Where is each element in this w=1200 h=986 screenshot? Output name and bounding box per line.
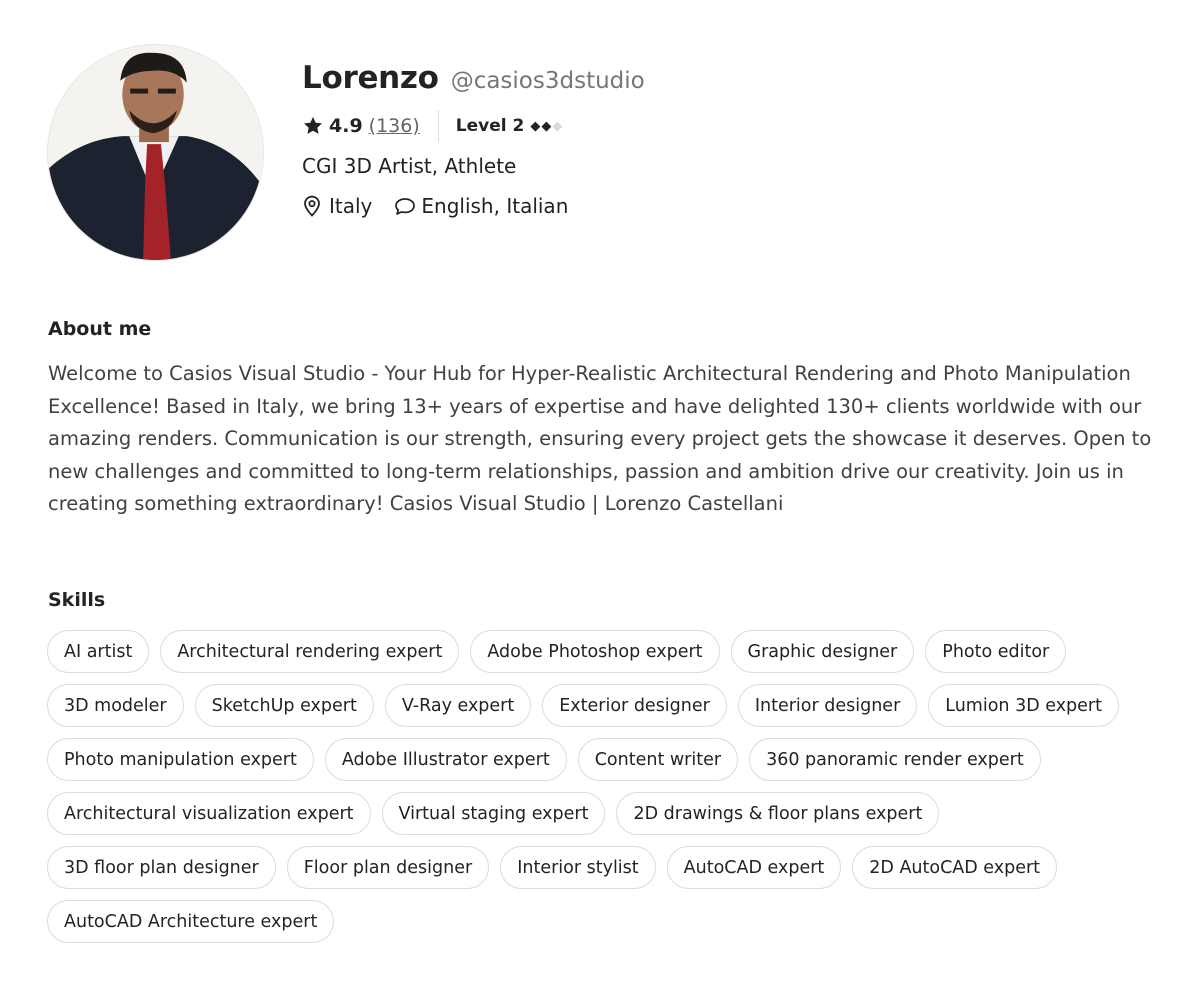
location-text: Italy xyxy=(329,194,373,218)
skill-chip[interactable]: Architectural visualization expert xyxy=(47,792,371,835)
skill-chip[interactable]: 3D modeler xyxy=(47,684,184,727)
diamond-filled-icon: ◆ xyxy=(541,118,553,134)
seller-name[interactable]: Lorenzo xyxy=(302,60,439,96)
skill-chip[interactable]: SketchUp expert xyxy=(194,684,374,727)
skill-chip[interactable]: 3D floor plan designer xyxy=(47,846,276,889)
skill-chip[interactable]: 2D AutoCAD expert xyxy=(852,846,1058,889)
seller-level: Level 2 xyxy=(455,116,525,136)
profile-info: Lorenzo @casios3dstudio 4.9 (136) Level … xyxy=(302,60,645,218)
seller-profile: Lorenzo @casios3dstudio 4.9 (136) Level … xyxy=(0,0,1200,986)
avatar-photo xyxy=(48,45,263,260)
rating-value: 4.9 xyxy=(329,115,363,137)
speech-bubble-icon xyxy=(394,195,416,217)
skill-chip[interactable]: Adobe Photoshop expert xyxy=(470,630,720,673)
skill-chip[interactable]: Exterior designer xyxy=(542,684,727,727)
skill-chip[interactable]: Content writer xyxy=(577,738,739,781)
skills-list: AI artist Architectural rendering expert A… xyxy=(47,630,1157,943)
skill-chip[interactable]: AutoCAD Architecture expert xyxy=(47,900,335,943)
level-diamonds: ◆◆◆ xyxy=(530,119,563,134)
skill-chip[interactable]: Interior designer xyxy=(737,684,918,727)
avatar[interactable] xyxy=(47,44,264,261)
skill-chip[interactable]: V-Ray expert xyxy=(384,684,532,727)
skill-chip[interactable]: AutoCAD expert xyxy=(666,846,842,889)
location-pin-icon xyxy=(302,195,322,217)
skills-title: Skills xyxy=(48,589,106,611)
divider xyxy=(437,110,439,142)
skill-chip[interactable]: Photo editor xyxy=(925,630,1067,673)
tagline: CGI 3D Artist, Athlete xyxy=(302,154,517,178)
skill-chip[interactable]: Interior stylist xyxy=(500,846,656,889)
rating-row: 4.9 (136) Level 2 ◆◆◆ xyxy=(302,110,645,142)
skill-chip[interactable]: AI artist xyxy=(47,630,150,673)
about-title: About me xyxy=(48,318,152,340)
skill-chip[interactable]: Graphic designer xyxy=(730,630,915,673)
name-row: Lorenzo @casios3dstudio xyxy=(302,60,645,96)
skill-chip[interactable]: Adobe Illustrator expert xyxy=(324,738,567,781)
skill-chip[interactable]: Virtual staging expert xyxy=(381,792,606,835)
diamond-filled-icon: ◆ xyxy=(530,118,542,134)
languages-text: English, Italian xyxy=(421,194,569,218)
skill-chip[interactable]: Architectural rendering expert xyxy=(160,630,460,673)
skill-chip[interactable]: Lumion 3D expert xyxy=(928,684,1119,727)
skill-chip[interactable]: Photo manipulation expert xyxy=(47,738,314,781)
star-icon xyxy=(302,115,324,137)
skill-chip[interactable]: Floor plan designer xyxy=(286,846,490,889)
location-language-row: Italy English, Italian xyxy=(302,194,645,218)
skill-chip[interactable]: 2D drawings & floor plans expert xyxy=(616,792,940,835)
about-text: Welcome to Casios Visual Studio - Your H… xyxy=(48,362,1152,515)
diamond-empty-icon: ◆ xyxy=(552,118,564,134)
review-count-link[interactable]: (136) xyxy=(369,115,420,137)
seller-handle: @casios3dstudio xyxy=(450,68,645,94)
skill-chip[interactable]: 360 panoramic render expert xyxy=(749,738,1041,781)
